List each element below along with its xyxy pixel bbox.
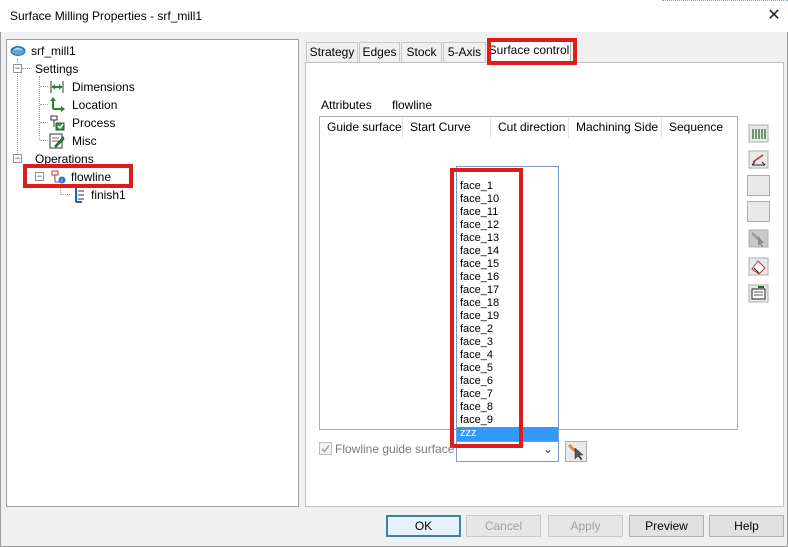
tree-line — [40, 122, 48, 123]
preview-button[interactable]: Preview — [629, 515, 704, 537]
highlight-box-surface-control — [487, 38, 577, 65]
column-header-start-curve[interactable]: Start Curve — [410, 120, 471, 134]
apply-button[interactable]: Apply — [548, 515, 623, 537]
close-button[interactable]: ✕ — [762, 4, 786, 28]
side-blank-button[interactable] — [747, 201, 770, 222]
column-separator — [568, 118, 569, 138]
column-header-machining-side[interactable]: Machining Side — [576, 120, 658, 134]
settings-expander[interactable]: − — [13, 64, 22, 73]
reverse-icon — [748, 150, 769, 169]
pick-disabled-button[interactable] — [747, 228, 770, 249]
column-header-guide-surface[interactable]: Guide surface — [327, 120, 402, 134]
pick-cursor-icon — [748, 229, 769, 248]
tree-item-finish[interactable]: finish1 — [91, 188, 126, 202]
tree-item-misc[interactable]: Misc — [72, 134, 97, 148]
attributes-label: Attributes — [321, 98, 372, 112]
side-blank-button[interactable] — [747, 175, 770, 196]
ok-button[interactable]: OK — [386, 515, 461, 537]
properties-icon — [748, 284, 769, 303]
process-icon — [50, 115, 65, 131]
column-header-cut-direction[interactable]: Cut direction — [498, 120, 565, 134]
flowline-guide-surface-checkbox[interactable] — [319, 442, 332, 455]
tab-stock[interactable]: Stock — [401, 42, 442, 63]
add-surfaces-button[interactable] — [747, 123, 770, 144]
edit-surface-button[interactable] — [747, 256, 770, 277]
column-header-sequence[interactable]: Sequence — [669, 120, 723, 134]
misc-icon — [49, 133, 65, 149]
dimensions-icon — [50, 81, 64, 93]
tree-line — [40, 86, 48, 87]
column-separator — [402, 118, 403, 138]
tree-line — [40, 140, 48, 141]
pick-surface-button[interactable] — [565, 441, 587, 462]
operations-expander[interactable]: − — [13, 154, 22, 163]
finish-toolpath-icon — [75, 188, 84, 203]
top-focus-border — [662, 0, 788, 3]
tab-strategy[interactable]: Strategy — [306, 42, 358, 63]
location-icon — [50, 97, 65, 112]
tree-item-settings[interactable]: Settings — [35, 62, 78, 76]
tree-line — [40, 104, 48, 105]
flowline-guide-surface-label: Flowline guide surface — [335, 442, 455, 456]
properties-button[interactable] — [747, 283, 770, 304]
tree-item-process[interactable]: Process — [72, 116, 115, 130]
tree-item-dimensions[interactable]: Dimensions — [72, 80, 135, 94]
pick-cursor-icon — [567, 443, 584, 461]
attributes-value: flowline — [392, 98, 433, 112]
columns-icon — [748, 124, 769, 143]
tree-item-location[interactable]: Location — [72, 98, 117, 112]
tree-line — [60, 194, 70, 195]
column-separator — [661, 118, 662, 138]
check-icon — [321, 445, 330, 453]
chevron-down-icon[interactable]: ⌄ — [543, 442, 553, 456]
tree-line — [22, 68, 32, 69]
edit-surface-icon — [748, 257, 769, 276]
cancel-button[interactable]: Cancel — [466, 515, 541, 537]
reverse-direction-button[interactable] — [747, 149, 770, 170]
tab-5-axis[interactable]: 5-Axis — [443, 42, 486, 63]
column-separator — [490, 118, 491, 138]
highlight-box-flowline — [23, 164, 133, 188]
tree-line — [17, 59, 18, 159]
title-bar: Surface Milling Properties - srf_mill1 — [0, 0, 788, 32]
tree-item-root[interactable]: srf_mill1 — [31, 44, 76, 58]
help-button[interactable]: Help — [709, 515, 784, 537]
tab-edges[interactable]: Edges — [359, 42, 400, 63]
surface-mill-icon — [10, 46, 26, 56]
window-title: Surface Milling Properties - srf_mill1 — [10, 9, 203, 23]
highlight-box-dropdown — [450, 168, 523, 448]
